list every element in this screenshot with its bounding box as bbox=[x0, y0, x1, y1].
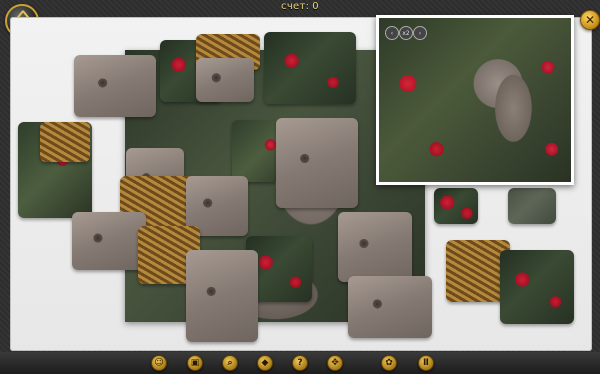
close-icon[interactable]: ✕ bbox=[580, 10, 600, 30]
preview-zoom-button[interactable]: x2 bbox=[399, 26, 413, 40]
puzzle-piece[interactable] bbox=[196, 58, 254, 102]
puzzle-piece[interactable] bbox=[434, 188, 478, 224]
puzzle-piece[interactable] bbox=[72, 212, 146, 270]
puzzle-piece[interactable] bbox=[40, 122, 90, 162]
preview-panel: ‹ x2 › bbox=[376, 15, 574, 185]
puzzle-piece[interactable] bbox=[338, 212, 412, 282]
puzzle-piece[interactable] bbox=[74, 55, 156, 117]
puzzle-piece[interactable] bbox=[508, 188, 556, 224]
zoom-icon[interactable]: ⌕ bbox=[222, 355, 238, 371]
pause-icon[interactable]: Ⅱ bbox=[418, 355, 434, 371]
smiley-icon[interactable]: ☺ bbox=[151, 355, 167, 371]
score-label: счет: bbox=[281, 1, 310, 12]
help-icon[interactable]: ? bbox=[292, 355, 308, 371]
puzzle-piece[interactable] bbox=[500, 250, 574, 324]
preview-next-button[interactable]: › bbox=[413, 26, 427, 40]
preview-image-icon[interactable]: ▣ bbox=[187, 355, 203, 371]
puzzle-piece[interactable] bbox=[186, 250, 258, 342]
puzzle-piece[interactable] bbox=[264, 32, 356, 104]
edge-pieces-icon[interactable]: ◆ bbox=[257, 355, 273, 371]
shuffle-icon[interactable]: ✥ bbox=[327, 355, 343, 371]
preview-image: ‹ x2 › bbox=[379, 18, 571, 182]
puzzle-piece[interactable] bbox=[276, 118, 358, 208]
score-display: счет: 0 bbox=[0, 1, 600, 12]
preview-prev-button[interactable]: ‹ bbox=[385, 26, 399, 40]
puzzle-piece[interactable] bbox=[348, 276, 432, 338]
settings-icon[interactable]: ✿ bbox=[381, 355, 397, 371]
score-value: 0 bbox=[312, 1, 319, 12]
